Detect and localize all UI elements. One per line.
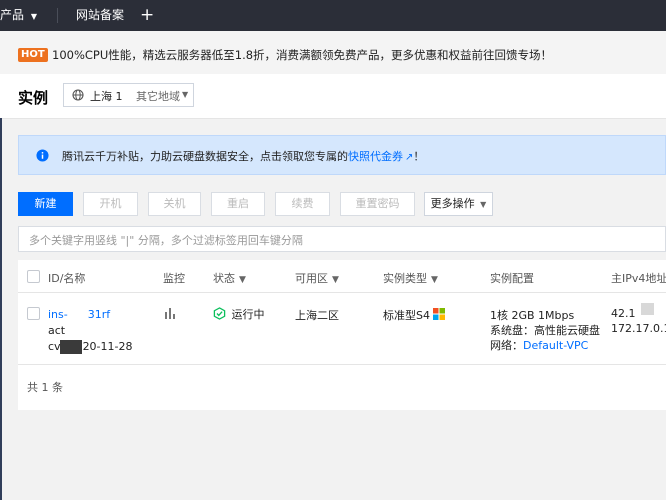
instance-id-tail: 31rf xyxy=(87,308,111,321)
column-ip: 主IPv4地址 xyxy=(611,272,666,285)
running-icon xyxy=(213,307,226,320)
voucher-link[interactable]: 快照代金券 xyxy=(348,150,403,163)
reset-password-button[interactable]: 重置密码 xyxy=(340,192,415,216)
status-text: 运行中 xyxy=(231,308,265,321)
region-current: 上海 1 xyxy=(90,90,123,103)
nav-filing-link[interactable]: 网站备案 xyxy=(76,0,124,31)
row-checkbox[interactable] xyxy=(27,307,40,320)
column-status-label: 状态 xyxy=(213,272,235,285)
config-disk: 系统盘：高性能云硬盘 xyxy=(490,324,600,337)
column-config: 实例配置 xyxy=(490,272,534,285)
info-icon xyxy=(36,149,49,162)
hot-badge: HOT xyxy=(18,48,48,62)
promo-text[interactable]: 100%CPU性能，精选云服务器低至1.8折，消费满额领免费产品，更多优惠和权益… xyxy=(52,47,552,63)
filter-icon[interactable]: ▼ xyxy=(239,275,246,285)
products-label: 云产品 xyxy=(0,8,25,22)
type-text: 标准型S4 xyxy=(383,309,430,322)
column-type-label: 实例类型 xyxy=(383,272,427,285)
more-actions-label: 更多操作 xyxy=(430,197,475,210)
stop-button[interactable]: 关机 xyxy=(148,192,201,216)
region-selector[interactable]: 上海 1 其它地域 ▼ xyxy=(63,83,194,107)
create-button[interactable]: 新建 xyxy=(18,192,73,216)
top-navbar: 云产品 ▼ 网站备案 + xyxy=(0,0,666,31)
filter-icon[interactable]: ▼ xyxy=(332,275,339,285)
redaction-mask xyxy=(641,303,654,315)
vpc-link[interactable]: Default-VPC xyxy=(523,339,588,352)
network-label: 网络： xyxy=(490,339,523,352)
config-spec: 1核 2GB 1Mbps xyxy=(490,309,575,322)
status-cell: 运行中 xyxy=(213,306,265,322)
instance-id: ins- xyxy=(48,308,68,321)
add-icon[interactable]: + xyxy=(140,0,154,31)
sidebar-edge xyxy=(0,118,2,500)
zone-cell: 上海二区 xyxy=(295,309,339,322)
redaction-mask xyxy=(72,306,88,320)
ip-private-head: 172.1 xyxy=(611,322,643,335)
globe-icon xyxy=(72,89,84,101)
select-all-checkbox[interactable] xyxy=(27,270,40,283)
notice-text: 腾讯云千万补贴，力助云硬盘数据安全，点击领取您专属的快照代金券 ↗！ xyxy=(62,148,424,164)
created-prefix: cv xyxy=(48,340,61,353)
type-cell: 标准型S4 xyxy=(383,307,446,323)
nav-divider xyxy=(57,8,58,23)
redaction-mask xyxy=(60,340,82,354)
search-placeholder: 多个关键字用竖线 "|" 分隔，多个过滤标签用回车键分隔 xyxy=(29,234,303,247)
column-zone[interactable]: 可用区 ▼ xyxy=(295,270,339,286)
chevron-down-icon: ▼ xyxy=(182,90,189,99)
column-status[interactable]: 状态 ▼ xyxy=(213,270,246,286)
header-divider xyxy=(18,292,666,293)
filter-icon[interactable]: ▼ xyxy=(431,275,438,285)
chevron-down-icon: ▼ xyxy=(480,200,487,209)
bar-chart-icon[interactable] xyxy=(164,307,176,319)
windows-icon xyxy=(433,308,446,320)
start-button[interactable]: 开机 xyxy=(83,192,138,216)
column-type[interactable]: 实例类型 ▼ xyxy=(383,270,438,286)
column-monitor: 监控 xyxy=(163,272,185,285)
region-other: 其它地域 xyxy=(136,90,180,103)
products-menu[interactable]: 云产品 ▼ xyxy=(0,0,37,31)
page-title: 实例 xyxy=(18,89,49,107)
restart-button[interactable]: 重启 xyxy=(211,192,265,216)
more-actions-button[interactable]: 更多操作 ▼ xyxy=(424,192,493,216)
notice-body: 腾讯云千万补贴，力助云硬盘数据安全，点击领取您专属的 xyxy=(62,150,348,163)
column-id-name: ID/名称 xyxy=(48,272,86,285)
chevron-down-icon: ▼ xyxy=(30,12,37,21)
renew-button[interactable]: 续费 xyxy=(275,192,330,216)
ip-private-tail: 7.0.17 xyxy=(642,322,666,335)
notice-suffix: ！ xyxy=(413,150,425,163)
instance-name: act xyxy=(48,324,66,337)
total-count: 共 1 条 xyxy=(27,381,63,394)
ip-private: 172.17.0.17 xyxy=(611,322,666,335)
column-zone-label: 可用区 xyxy=(295,272,328,285)
created-date: 20-11-28 xyxy=(82,340,133,353)
config-network: 网络：Default-VPC xyxy=(490,337,588,353)
ip-public[interactable]: 42.1 xyxy=(611,307,636,320)
row-divider xyxy=(18,364,666,365)
